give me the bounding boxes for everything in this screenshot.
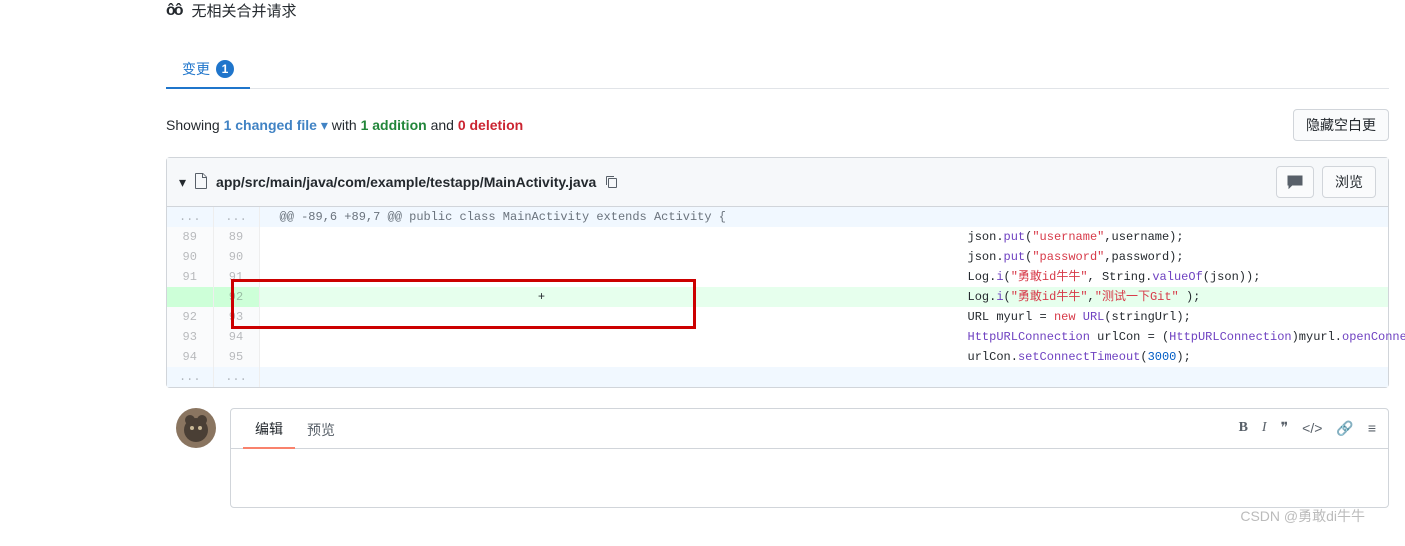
old-line-num[interactable]: 90 [167, 247, 213, 267]
file-path[interactable]: app/src/main/java/com/example/testapp/Ma… [216, 174, 596, 190]
comment-toggle-button[interactable] [1276, 166, 1314, 198]
code-line: Log.i("勇敢id牛牛","测试一下Git" ); [824, 287, 1389, 307]
new-line-num[interactable]: 91 [213, 267, 259, 287]
avatar[interactable] [176, 408, 216, 448]
code-line: urlCon.setConnectTimeout(3000); [824, 347, 1389, 367]
code-line: json.put("username",username); [824, 227, 1389, 247]
list-button[interactable]: ≡ [1368, 420, 1376, 437]
code-button[interactable]: </> [1302, 420, 1322, 437]
collapse-file-icon[interactable]: ▾ [179, 174, 186, 191]
expand-up-icon[interactable]: ... [167, 207, 213, 227]
code-line: URL myurl = new URL(stringUrl); [824, 307, 1389, 327]
browse-file-button[interactable]: 浏览 [1322, 166, 1376, 198]
expand-down-icon[interactable]: ... [167, 367, 213, 387]
old-line-num[interactable]: 89 [167, 227, 213, 247]
diff-sign [259, 247, 824, 267]
summary-showing: Showing [166, 117, 224, 133]
diff-sign: + [259, 287, 824, 307]
diff-file-box: ▾ app/src/main/java/com/example/testapp/… [166, 157, 1389, 388]
tab-edit[interactable]: 编辑 [243, 409, 295, 449]
deletions-count: 0 deletion [458, 117, 523, 133]
diff-summary: Showing 1 changed file ▾ with 1 addition… [166, 117, 523, 134]
old-line-num[interactable]: 92 [167, 307, 213, 327]
new-line-num[interactable]: 95 [213, 347, 259, 367]
hunk-header: @@ -89,6 +89,7 @@ public class MainActiv… [259, 207, 1388, 227]
changed-files-link[interactable]: 1 changed file [224, 117, 317, 133]
pull-request-icon: ôô [166, 2, 182, 20]
code-line: json.put("password",password); [824, 247, 1389, 267]
comment-editor: 编辑 预览 B I ❞ </> 🔗 ≡ [230, 408, 1389, 508]
diff-sign [259, 347, 824, 367]
diff-table: ... ... @@ -89,6 +89,7 @@ public class M… [167, 207, 1388, 387]
diff-sign [259, 227, 824, 247]
code-line: Log.i("勇敢id牛牛", String.valueOf(json)); [824, 267, 1389, 287]
new-line-num[interactable]: 92 [213, 287, 259, 307]
summary-and: and [427, 117, 458, 133]
bold-button[interactable]: B [1239, 420, 1248, 437]
hunk-spacer [259, 367, 1388, 387]
diff-sign [259, 327, 824, 347]
hide-whitespace-button[interactable]: 隐藏空白更 [1293, 109, 1389, 141]
expand-placeholder: ... [213, 367, 259, 387]
code-line: HttpURLConnection urlCon = (HttpURLConne… [824, 327, 1389, 347]
tab-changes-label: 变更 [182, 59, 210, 79]
expand-placeholder: ... [213, 207, 259, 227]
new-line-num[interactable]: 90 [213, 247, 259, 267]
related-pr-link[interactable]: 无相关合并请求 [192, 0, 297, 21]
file-icon [194, 173, 208, 192]
old-line-num[interactable] [167, 287, 213, 307]
watermark: CSDN @勇敢di牛牛 [1240, 506, 1365, 526]
tab-changes-count: 1 [216, 60, 234, 78]
old-line-num[interactable]: 93 [167, 327, 213, 347]
copy-path-icon[interactable] [604, 174, 618, 191]
old-line-num[interactable]: 94 [167, 347, 213, 367]
new-line-num[interactable]: 94 [213, 327, 259, 347]
old-line-num[interactable]: 91 [167, 267, 213, 287]
quote-button[interactable]: ❞ [1281, 420, 1289, 437]
new-line-num[interactable]: 93 [213, 307, 259, 327]
tab-changes[interactable]: 变更 1 [166, 49, 250, 89]
new-line-num[interactable]: 89 [213, 227, 259, 247]
italic-button[interactable]: I [1262, 420, 1267, 437]
diff-sign [259, 307, 824, 327]
summary-with: with [332, 117, 361, 133]
link-button[interactable]: 🔗 [1336, 420, 1353, 437]
tab-preview[interactable]: 预览 [295, 410, 347, 448]
additions-count: 1 addition [361, 117, 427, 133]
diff-sign [259, 267, 824, 287]
chevron-down-icon[interactable]: ▾ [321, 117, 328, 133]
comment-textarea[interactable] [231, 449, 1388, 499]
